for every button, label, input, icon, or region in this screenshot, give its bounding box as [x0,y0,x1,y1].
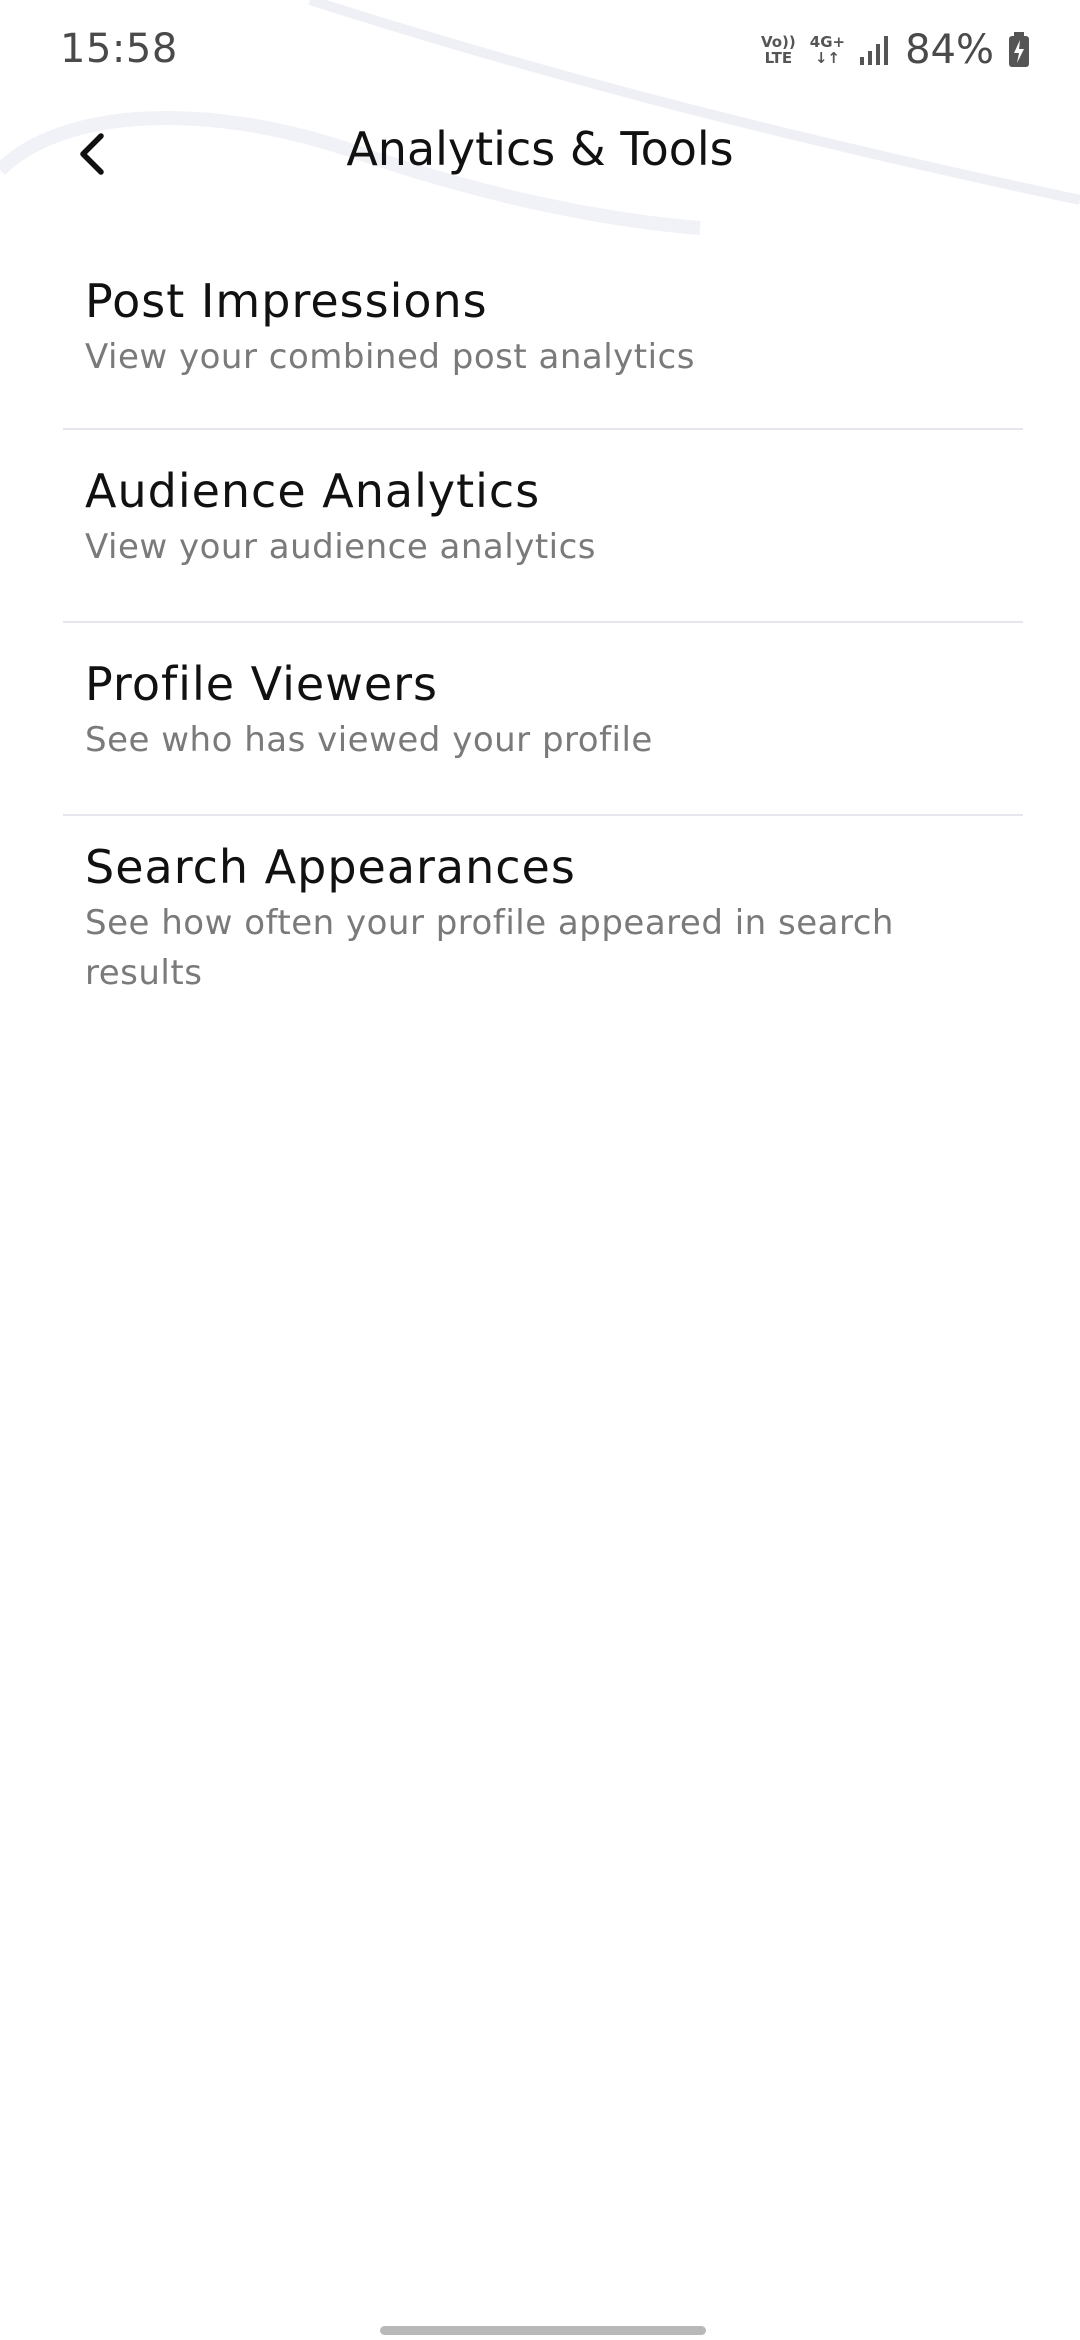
battery-charging-icon [1009,32,1029,67]
menu-item-search-appearances[interactable]: Search Appearances See how often your pr… [63,816,1023,1026]
status-time: 15:58 [60,26,178,72]
home-indicator[interactable] [380,2326,706,2335]
battery-percent: 84% [905,27,994,73]
menu-item-subtitle: View your combined post analytics [85,337,695,377]
network-4g-icon: 4G+ ↓↑ [809,33,846,67]
menu-item-subtitle: See who has viewed your profile [85,720,653,760]
menu-item-subtitle: See how often your profile appeared in s… [85,903,894,993]
menu-item-profile-viewers[interactable]: Profile Viewers See who has viewed your … [63,623,1023,816]
page-title: Analytics & Tools [346,122,734,176]
status-bar: 15:58 Vo)) LTE 4G+ ↓↑ 84% [0,0,1080,100]
menu-item-subtitle: View your audience analytics [85,527,597,567]
menu-item-title: Audience Analytics [85,464,541,518]
menu-item-title: Post Impressions [85,274,488,328]
menu-item-post-impressions[interactable]: Post Impressions View your combined post… [63,240,1023,430]
analytics-menu-list: Post Impressions View your combined post… [63,240,1023,1026]
app-header: Analytics & Tools [0,100,1080,210]
menu-item-audience-analytics[interactable]: Audience Analytics View your audience an… [63,430,1023,623]
signal-icon [860,36,889,65]
volte-icon: Vo)) LTE [760,33,796,67]
menu-item-title: Search Appearances [85,840,576,894]
status-icons: Vo)) LTE 4G+ ↓↑ 84% [760,27,1030,73]
menu-item-title: Profile Viewers [85,657,438,711]
